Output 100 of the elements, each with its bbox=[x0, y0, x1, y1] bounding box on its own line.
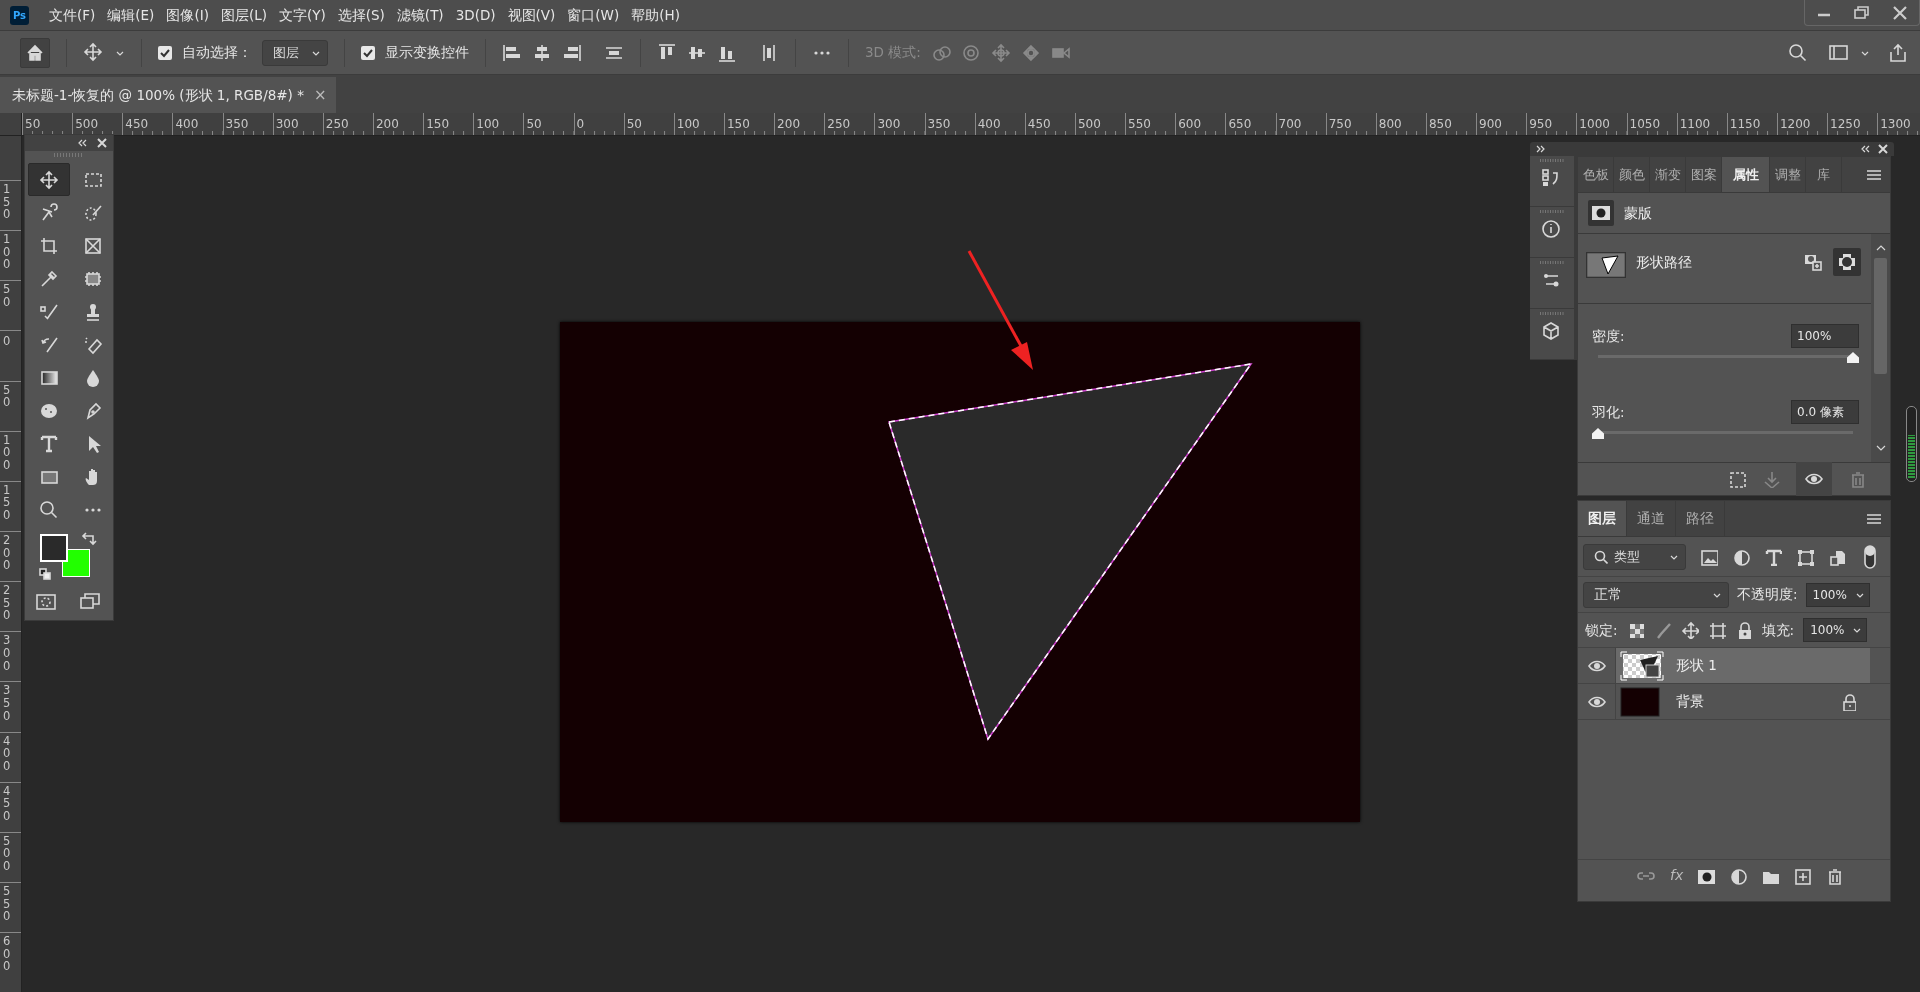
align-left-icon[interactable] bbox=[502, 42, 522, 63]
lock-artboard-icon[interactable] bbox=[1707, 621, 1726, 639]
ruler-label: 600 bbox=[1178, 118, 1202, 130]
ruler-label: 700 bbox=[1278, 118, 1302, 130]
filter-dropdown[interactable]: 类型 bbox=[1583, 543, 1686, 570]
scrollbar-thumb[interactable] bbox=[1874, 258, 1887, 374]
menu-item[interactable]: 文件(F) bbox=[43, 4, 102, 26]
layer-name: 背景 bbox=[1676, 692, 1704, 712]
menu-item[interactable]: 窗口(W) bbox=[561, 4, 626, 26]
fill-field[interactable]: 100% bbox=[1803, 618, 1868, 642]
search-icon[interactable] bbox=[1788, 42, 1808, 63]
ruler-label: 250 bbox=[3, 584, 12, 623]
menu-item[interactable]: 编辑(E) bbox=[101, 4, 161, 26]
value-field[interactable]: 0.0 像素 bbox=[1791, 400, 1859, 424]
close-icon[interactable] bbox=[97, 138, 107, 148]
ruler-label: 350 bbox=[927, 118, 951, 130]
layer-row[interactable]: 背景 bbox=[1616, 684, 1870, 719]
default-colors-icon[interactable] bbox=[39, 568, 51, 580]
ruler-label: 150 bbox=[3, 483, 12, 522]
align-center-icon[interactable] bbox=[532, 42, 552, 63]
checkbox-label: 显示变换控件 bbox=[385, 43, 469, 63]
panel-tab[interactable]: 属性 bbox=[1722, 157, 1770, 192]
lock-position-icon[interactable] bbox=[1680, 621, 1699, 639]
panel-tab[interactable]: 路径 bbox=[1676, 501, 1725, 536]
ruler-label: 500 bbox=[3, 834, 12, 873]
ruler-label: 250 bbox=[325, 118, 349, 130]
path-label: 形状路径 bbox=[1636, 253, 1692, 272]
panel-tab[interactable]: 库 bbox=[1806, 157, 1842, 192]
opacity-field[interactable]: 100% bbox=[1805, 582, 1870, 607]
blend-mode-dropdown[interactable]: 正常 bbox=[1583, 581, 1729, 608]
ruler-label: 450 bbox=[125, 118, 149, 130]
opacity-label: 不透明度: bbox=[1737, 585, 1798, 605]
info-icon[interactable] bbox=[1541, 219, 1563, 241]
eraser-tool-icon[interactable] bbox=[83, 334, 103, 355]
value-field[interactable]: 100% bbox=[1791, 324, 1859, 348]
type-tool-icon[interactable] bbox=[39, 433, 59, 454]
adjustment-filter-icon[interactable] bbox=[1732, 547, 1750, 566]
layer-dropdown[interactable]: 图层 bbox=[262, 39, 328, 66]
ruler-label: 400 bbox=[3, 734, 12, 773]
adjustment-layer-icon[interactable] bbox=[1729, 866, 1748, 885]
menu-item[interactable]: 文字(Y) bbox=[272, 4, 332, 26]
ruler-label: 1100 bbox=[1679, 118, 1711, 130]
close-icon[interactable] bbox=[1878, 144, 1888, 154]
menu-item[interactable]: 滤镜(T) bbox=[390, 4, 450, 26]
ruler-label: 50 bbox=[3, 283, 12, 309]
slider-thumb[interactable] bbox=[1592, 428, 1604, 439]
menu-item[interactable]: 视图(V) bbox=[501, 4, 562, 26]
ruler-label: 100 bbox=[676, 118, 700, 130]
menu-item[interactable]: 选择(S) bbox=[331, 4, 391, 26]
zoom-tool-icon[interactable] bbox=[39, 499, 59, 520]
workspace-icon[interactable] bbox=[1828, 42, 1850, 63]
screen-mode-icon[interactable] bbox=[80, 592, 102, 612]
add-mask-icon[interactable] bbox=[1803, 252, 1823, 272]
menu-item[interactable]: 图像(I) bbox=[160, 4, 215, 26]
panel-tab[interactable]: 色板 bbox=[1578, 157, 1614, 192]
mask-icon[interactable] bbox=[1591, 203, 1611, 223]
collapse-icon[interactable] bbox=[1860, 145, 1870, 153]
foreground-swatch[interactable] bbox=[40, 534, 68, 562]
close-button[interactable]: × bbox=[313, 83, 327, 107]
panel-tab[interactable]: 调整 bbox=[1770, 157, 1806, 192]
ruler-label: 50 bbox=[25, 118, 41, 130]
panel-tab[interactable]: 颜色 bbox=[1614, 157, 1650, 192]
document-tab[interactable]: 未标题-1-恢复的 @ 100% (形状 1, RGB/8#) * × bbox=[0, 77, 337, 113]
layer-lock-icon[interactable] bbox=[1840, 692, 1856, 711]
move-tool-icon[interactable] bbox=[39, 169, 59, 190]
image-filter-icon[interactable] bbox=[1700, 547, 1718, 566]
panel-tab[interactable]: 图层 bbox=[1578, 501, 1627, 536]
menu-item[interactable]: 3D(D) bbox=[449, 4, 502, 26]
share-icon[interactable] bbox=[1888, 42, 1908, 63]
shape-filter-icon[interactable] bbox=[1796, 547, 1814, 566]
menu-item[interactable]: 帮助(H) bbox=[625, 4, 686, 26]
crop-tool-icon[interactable] bbox=[39, 235, 59, 256]
slider-thumb[interactable] bbox=[1847, 352, 1859, 363]
app-logo[interactable]: Ps bbox=[10, 5, 29, 25]
collapse-icon[interactable] bbox=[77, 139, 87, 147]
new-layer-icon[interactable] bbox=[1793, 866, 1812, 885]
align-right-icon[interactable] bbox=[562, 42, 582, 63]
fx-button[interactable]: fx bbox=[1670, 865, 1684, 886]
ruler-label: 1200 bbox=[1779, 118, 1811, 130]
home-button[interactable] bbox=[20, 37, 50, 68]
move-tool-icon[interactable] bbox=[83, 41, 105, 64]
home-icon bbox=[25, 42, 45, 63]
ruler-label: 450 bbox=[1027, 118, 1051, 130]
eyedropper-tool-icon[interactable] bbox=[39, 268, 59, 289]
grip-icon[interactable] bbox=[54, 153, 84, 157]
frame-tool-icon[interactable] bbox=[83, 235, 103, 256]
quick-mask-icon[interactable] bbox=[36, 592, 58, 612]
ruler-label: 1000 bbox=[1579, 118, 1610, 130]
panel-tab[interactable]: 通道 bbox=[1627, 501, 1676, 536]
selection-icon[interactable] bbox=[1728, 470, 1746, 488]
type-filter-icon[interactable] bbox=[1764, 547, 1782, 566]
layer-row[interactable]: 形状 1 bbox=[1616, 648, 1870, 683]
checkbox[interactable] bbox=[158, 45, 172, 60]
menu-item[interactable]: 图层(L) bbox=[214, 4, 273, 26]
slider-label: 羽化: bbox=[1592, 402, 1625, 422]
object-select-tool-icon[interactable] bbox=[39, 202, 59, 223]
checkbox[interactable] bbox=[361, 45, 375, 60]
panel-tab[interactable]: 渐变 bbox=[1650, 157, 1686, 192]
ruler-label: 350 bbox=[3, 684, 12, 723]
expand-icon[interactable] bbox=[1536, 145, 1546, 153]
